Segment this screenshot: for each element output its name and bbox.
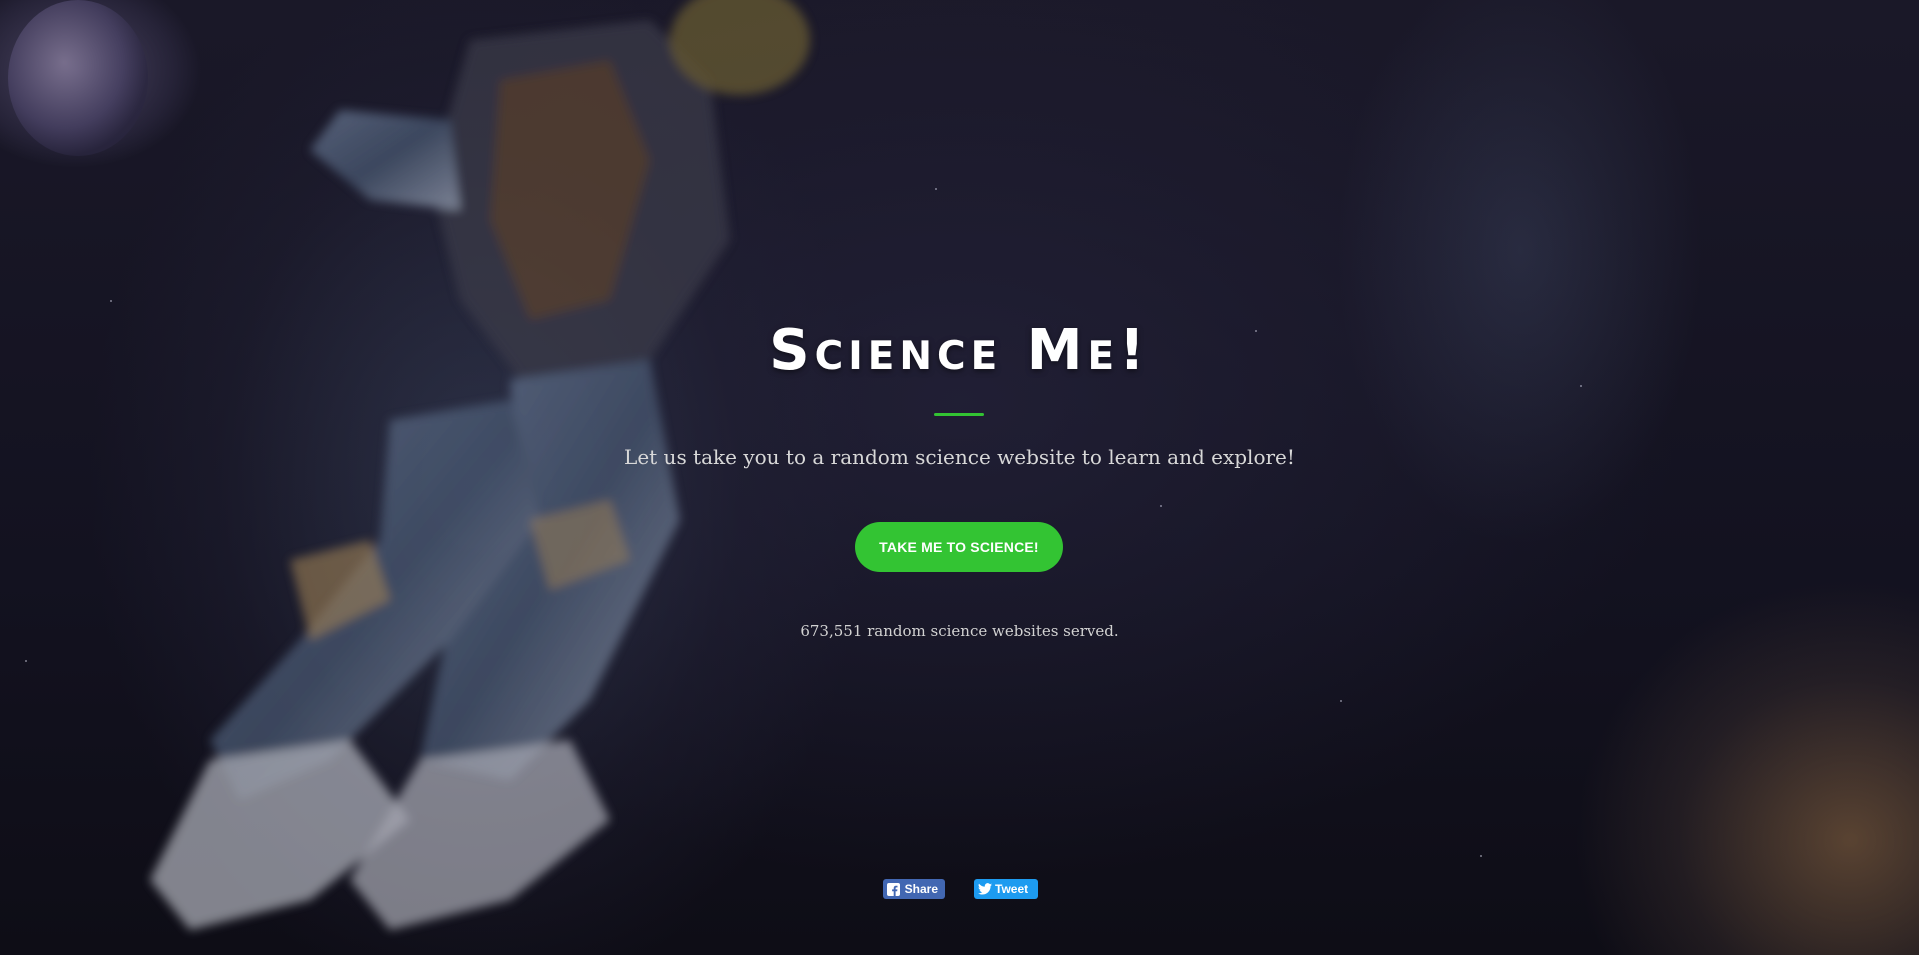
websites-served-counter: 673,551 random science websites served.: [800, 622, 1119, 640]
page-title: Science Me!: [769, 318, 1150, 383]
astronaut-background: [150, 0, 810, 930]
star: [935, 188, 937, 190]
take-me-to-science-button[interactable]: TAKE ME TO SCIENCE!: [855, 522, 1063, 572]
star: [1160, 505, 1162, 507]
star: [1340, 700, 1342, 702]
planet-background: [8, 0, 148, 156]
facebook-icon: [887, 882, 900, 896]
twitter-tweet-label: Tweet: [995, 882, 1029, 896]
page-subtitle: Let us take you to a random science webs…: [624, 445, 1295, 469]
star: [1480, 855, 1482, 857]
twitter-icon: [978, 883, 992, 895]
star: [1580, 385, 1582, 387]
twitter-tweet-button[interactable]: Tweet: [974, 879, 1038, 899]
star: [25, 660, 27, 662]
title-divider: [934, 413, 984, 416]
facebook-share-label: Share: [904, 882, 938, 896]
star: [110, 300, 112, 302]
facebook-share-button[interactable]: Share: [883, 879, 945, 899]
